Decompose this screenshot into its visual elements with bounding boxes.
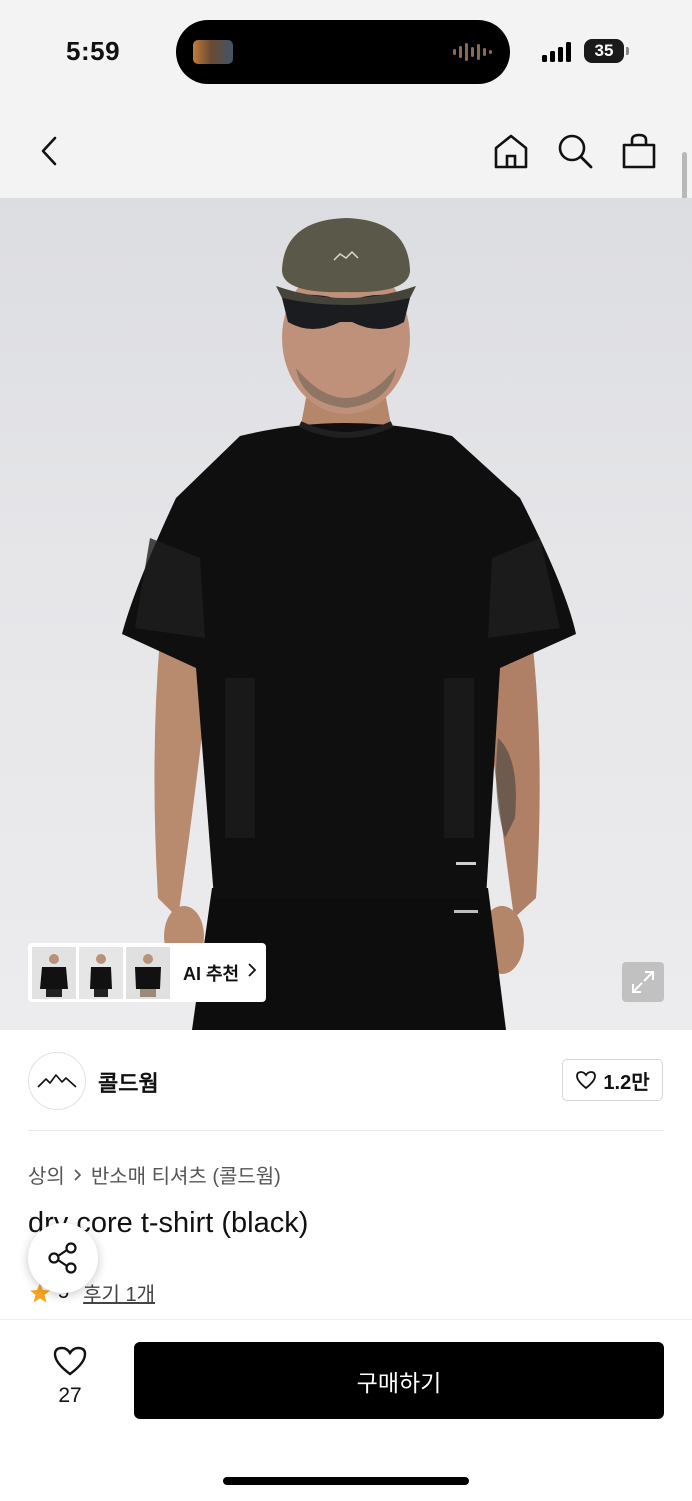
product-hero-image[interactable]: [0, 198, 692, 1030]
battery-indicator: 35: [584, 39, 624, 63]
home-indicator[interactable]: [223, 1477, 469, 1485]
review-link[interactable]: 후기 1개: [83, 1278, 155, 1307]
brand-like-button[interactable]: 1.2만: [562, 1059, 663, 1101]
share-button[interactable]: [28, 1223, 98, 1293]
top-navigation: [0, 100, 692, 198]
brand-name[interactable]: 콜드웜: [98, 1066, 159, 1098]
shopping-bag-icon[interactable]: [618, 130, 660, 172]
now-playing-thumbnail: [193, 40, 233, 64]
breadcrumb-category[interactable]: 상의: [28, 1160, 65, 1189]
audio-waveform-icon: [453, 42, 492, 62]
battery-tip: [626, 47, 629, 55]
brand-logo[interactable]: [28, 1052, 86, 1110]
chevron-right-icon: [247, 962, 257, 983]
back-icon[interactable]: [28, 130, 70, 172]
status-bar: 5:59 35: [0, 0, 692, 100]
breadcrumb: 상의 반소매 티셔츠 (콜드웜): [28, 1160, 281, 1189]
breadcrumb-subcategory[interactable]: 반소매 티셔츠 (콜드웜): [91, 1160, 281, 1189]
heart-icon: [576, 1071, 597, 1090]
recommend-thumbnail[interactable]: [79, 946, 123, 999]
wishlist-count: 27: [58, 1384, 82, 1407]
brand-like-count: 1.2만: [603, 1071, 650, 1094]
chevron-right-icon: [74, 1168, 81, 1181]
divider: [28, 1130, 664, 1131]
recommend-thumbnail[interactable]: [32, 946, 76, 999]
search-icon[interactable]: [554, 130, 596, 172]
heart-icon: [53, 1346, 87, 1376]
ai-recommend-label: AI 추천: [183, 963, 240, 984]
cellular-signal-icon: [542, 40, 571, 62]
status-time: 5:59: [66, 36, 121, 66]
ai-recommendation-card[interactable]: AI 추천: [28, 943, 266, 1002]
home-icon[interactable]: [490, 130, 532, 172]
dynamic-island[interactable]: [176, 20, 510, 84]
expand-icon[interactable]: [622, 962, 664, 1002]
share-icon: [48, 1242, 77, 1274]
buy-button[interactable]: 구매하기: [134, 1342, 664, 1419]
model-photo: [122, 218, 576, 1030]
wishlist-button[interactable]: 27: [40, 1345, 100, 1408]
recommend-thumbnail[interactable]: [126, 946, 170, 999]
